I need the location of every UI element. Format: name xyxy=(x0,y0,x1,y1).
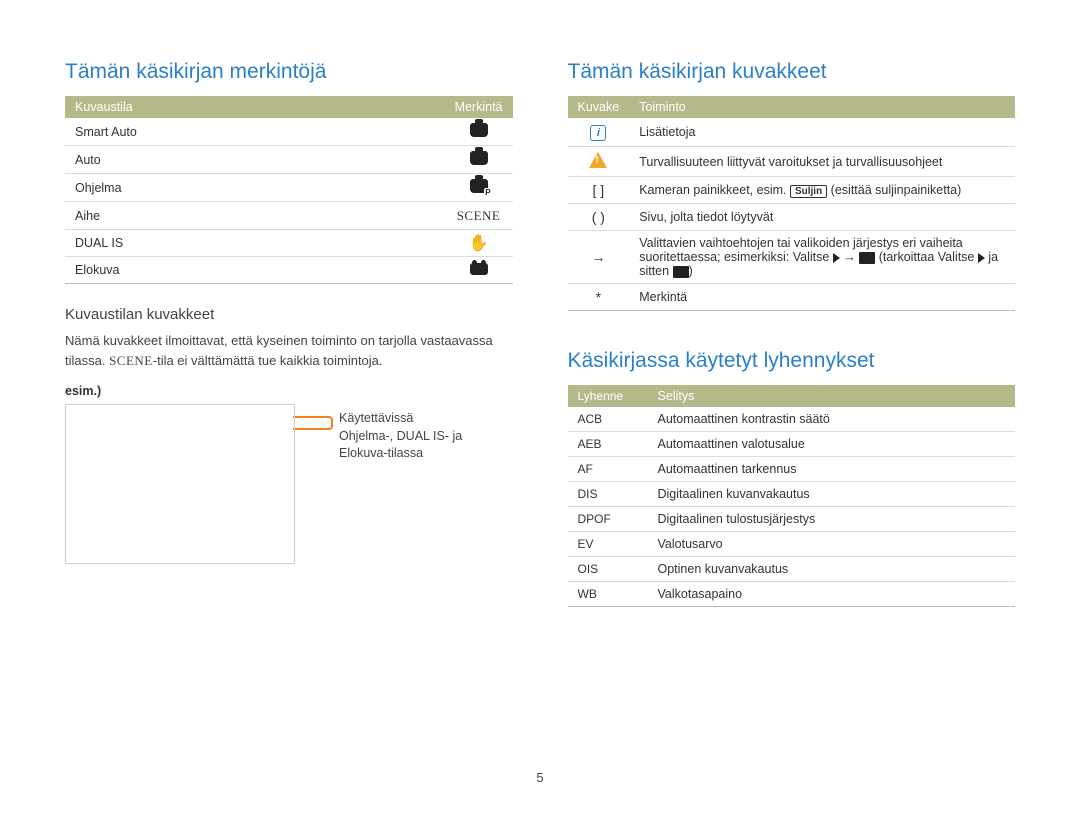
table-row: [ ] Kameran painikkeet, esim. Suljin (es… xyxy=(568,177,1016,204)
table-row: Auto xyxy=(65,146,513,174)
asterisk-icon: * xyxy=(568,284,630,311)
modes-table: Kuvaustila Merkintä Smart Auto Auto Ohje… xyxy=(65,96,513,284)
example-placeholder xyxy=(65,404,295,564)
paren-icon: ( ) xyxy=(568,204,630,231)
menu-f-icon xyxy=(859,252,875,264)
table-row: Ohjelma xyxy=(65,174,513,202)
table-row: WBValkotasapaino xyxy=(568,582,1016,607)
table-row: Turvallisuuteen liittyvät varoitukset ja… xyxy=(568,147,1016,177)
hand-icon: ✋ xyxy=(469,237,489,251)
heading-kuvakkeet: Tämän käsikirjan kuvakkeet xyxy=(568,60,1016,84)
suljin-button-example: Suljin xyxy=(790,185,827,198)
scene-icon: SCENE xyxy=(457,208,501,223)
callout-connector xyxy=(293,416,333,430)
table-row: OISOptinen kuvanvakautus xyxy=(568,557,1016,582)
chevron-right-icon xyxy=(833,253,840,263)
camera-p-icon xyxy=(470,179,488,193)
table-row: DISDigitaalinen kuvanvakautus xyxy=(568,482,1016,507)
table-row: Elokuva xyxy=(65,257,513,284)
right-column: Tämän käsikirjan kuvakkeet Kuvake Toimin… xyxy=(568,60,1016,760)
table-row: DUAL IS ✋ xyxy=(65,230,513,257)
warning-icon xyxy=(589,152,607,168)
table-row: Aihe SCENE xyxy=(65,202,513,230)
camera-icon xyxy=(470,151,488,165)
table-row: → Valittavien vaihtoehtojen tai valikoid… xyxy=(568,231,1016,284)
camera-smart-icon xyxy=(470,123,488,137)
abbrev-table: Lyhenne Selitys ACBAutomaattinen kontras… xyxy=(568,385,1016,607)
table-row: AFAutomaattinen tarkennus xyxy=(568,457,1016,482)
table-row: EVValotusarvo xyxy=(568,532,1016,557)
subheading-kuvakkeet: Kuvaustilan kuvakkeet xyxy=(65,306,513,323)
esim-label: esim.) xyxy=(65,384,513,398)
table-row: Smart Auto xyxy=(65,118,513,146)
note-icon: i xyxy=(590,125,606,141)
chevron-right-icon xyxy=(978,253,985,263)
table-row: i Lisätietoja xyxy=(568,118,1016,147)
heading-lyhennykset: Käsikirjassa käytetyt lyhennykset xyxy=(568,349,1016,373)
menu-f-icon xyxy=(673,266,689,278)
bracket-icon: [ ] xyxy=(568,177,630,204)
table-row: DPOFDigitaalinen tulostusjärjestys xyxy=(568,507,1016,532)
example-callout: Käytettävissä Ohjelma-, DUAL IS- ja Elok… xyxy=(65,404,513,564)
col-kuvake: Kuvake xyxy=(568,96,630,118)
table-row: * Merkintä xyxy=(568,284,1016,311)
table-row: ( ) Sivu, jolta tiedot löytyvät xyxy=(568,204,1016,231)
table-row: AEBAutomaattinen valotusalue xyxy=(568,432,1016,457)
callout-text: Käytettävissä Ohjelma-, DUAL IS- ja Elok… xyxy=(339,410,462,463)
page-number: 5 xyxy=(65,770,1015,785)
film-icon xyxy=(470,263,488,275)
col-lyhenne: Lyhenne xyxy=(568,385,648,407)
col-merkinta: Merkintä xyxy=(445,96,513,118)
icons-table: Kuvake Toiminto i Lisätietoja Turvallisu… xyxy=(568,96,1016,311)
col-toiminto: Toiminto xyxy=(629,96,1015,118)
col-selitys: Selitys xyxy=(648,385,1016,407)
table-row: ACBAutomaattinen kontrastin säätö xyxy=(568,407,1016,432)
modes-description: Nämä kuvakkeet ilmoittavat, että kyseine… xyxy=(65,331,513,370)
col-kuvaustila: Kuvaustila xyxy=(65,96,445,118)
arrow-icon: → xyxy=(568,231,630,284)
scene-icon-inline: SCENE xyxy=(109,353,153,368)
heading-merkintoja: Tämän käsikirjan merkintöjä xyxy=(65,60,513,84)
left-column: Tämän käsikirjan merkintöjä Kuvaustila M… xyxy=(65,60,513,760)
